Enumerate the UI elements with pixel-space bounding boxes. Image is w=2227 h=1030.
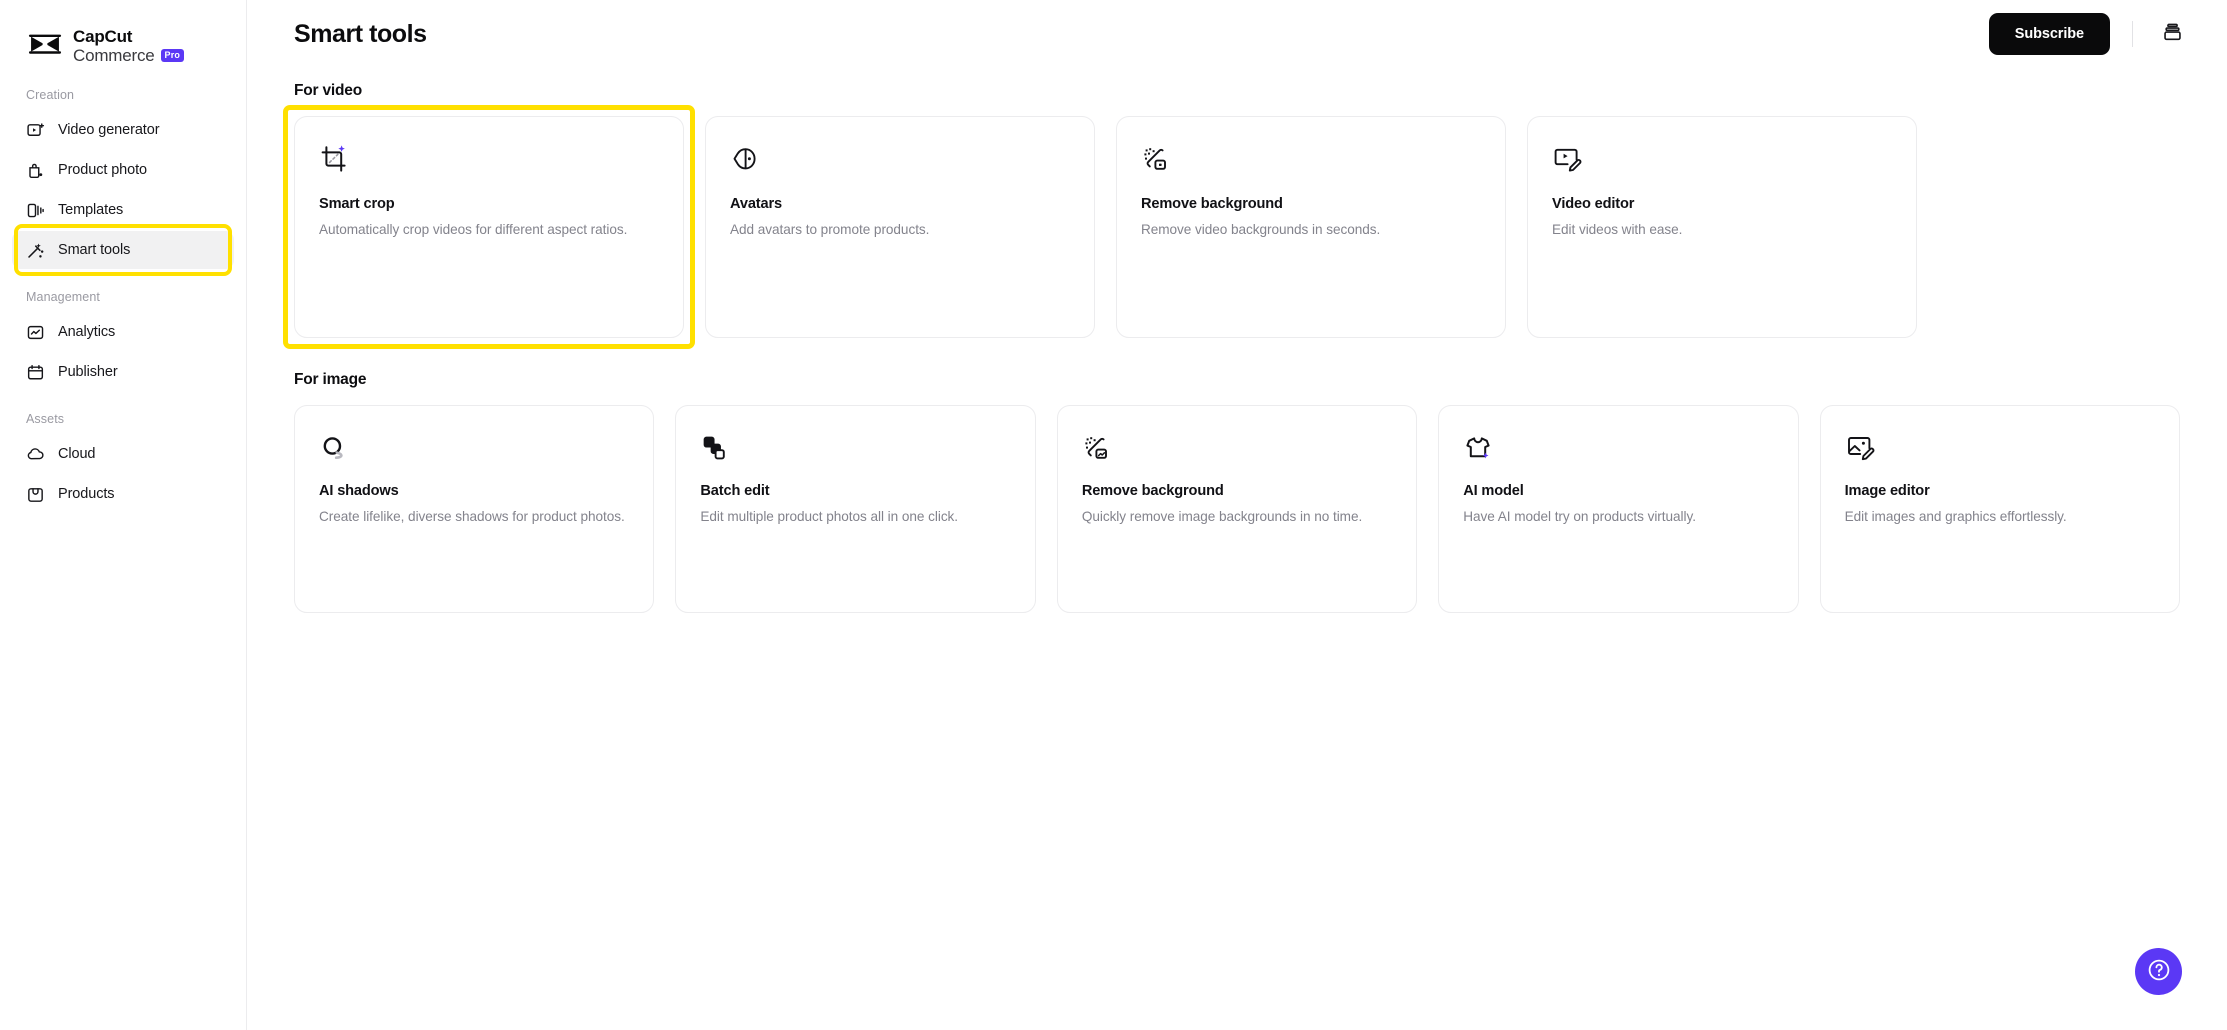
- remove-background-icon: [1141, 144, 1171, 174]
- sidebar-item-analytics[interactable]: Analytics: [12, 313, 234, 351]
- sidebar-item-label: Cloud: [58, 446, 96, 462]
- sidebar-item-label: Smart tools: [58, 242, 131, 258]
- publisher-icon: [26, 363, 45, 382]
- sidebar-section-label: Management: [26, 290, 100, 304]
- ai-model-shirt-icon: [1463, 433, 1493, 463]
- sidebar-item-label: Publisher: [58, 364, 118, 380]
- brand-line-1: CapCut: [73, 26, 133, 46]
- sidebar-item-label: Templates: [58, 202, 124, 218]
- section-title: For video: [294, 82, 362, 99]
- smart-crop-icon: [319, 144, 349, 174]
- sidebar-section-label: Assets: [26, 412, 65, 426]
- remove-background-icon: [1082, 433, 1112, 463]
- sidebar-item-smart-tools[interactable]: Smart tools: [12, 224, 234, 276]
- brand-text: CapCut Commerce Pro: [73, 26, 185, 65]
- sidebar-nav: Creation Video generator Product photo T…: [0, 88, 246, 513]
- card-description: Automatically crop videos for different …: [319, 222, 628, 237]
- section-title: For image: [294, 371, 367, 388]
- sidebar-item-cloud[interactable]: Cloud: [12, 435, 234, 473]
- app-root: CapCut Commerce Pro Creation Video gener…: [0, 0, 2227, 1030]
- sidebar-item-video-generator[interactable]: Video generator: [12, 111, 234, 149]
- capcut-logo-icon: [26, 33, 64, 59]
- video-generator-icon: [26, 121, 45, 140]
- sidebar-section-label: Creation: [26, 88, 75, 102]
- sidebar-item-product-photo[interactable]: Product photo: [12, 151, 234, 189]
- card-title: Avatars: [730, 196, 782, 212]
- sidebar-item-templates[interactable]: Templates: [12, 191, 234, 229]
- sidebar-item-label: Analytics: [58, 324, 116, 340]
- page-title: Smart tools: [294, 19, 427, 48]
- product-photo-icon: [26, 161, 45, 180]
- cloud-icon: [26, 445, 45, 464]
- card-title: Remove background: [1081, 483, 1224, 499]
- card-title: Batch edit: [700, 483, 770, 499]
- tool-card-ai-model[interactable]: AI model Have AI model try on products v…: [1438, 405, 1799, 613]
- card-wrap-smart-crop: Smart crop Automatically crop videos for…: [283, 105, 695, 349]
- sidebar-section-assets: Assets Cloud Products: [0, 412, 246, 513]
- card-grid-video: Smart crop Automatically crop videos for…: [283, 105, 2180, 349]
- tool-card-remove-background-image[interactable]: Remove background Quickly remove image b…: [1056, 405, 1418, 613]
- sidebar-item-label: Video generator: [58, 122, 160, 138]
- card-title: Remove background: [1141, 196, 1283, 212]
- tool-card-ai-shadows[interactable]: AI shadows Create lifelike, diverse shad…: [294, 405, 655, 613]
- brand-line-2: Commerce: [73, 46, 155, 65]
- pro-badge: Pro: [160, 49, 185, 62]
- card-title: Image editor: [1844, 483, 1930, 499]
- sidebar: CapCut Commerce Pro Creation Video gener…: [0, 0, 247, 1030]
- avatar-face-icon: [730, 144, 760, 174]
- analytics-icon: [26, 323, 45, 342]
- archive-stack-button[interactable]: [2155, 17, 2189, 51]
- section-for-video: For video Smart crop Automatically crop …: [283, 82, 2180, 349]
- card-title: Video editor: [1552, 196, 1635, 212]
- card-description: Edit videos with ease.: [1552, 222, 1683, 237]
- tool-card-batch-edit[interactable]: Batch edit Edit multiple product photos …: [675, 405, 1036, 613]
- tool-card-image-editor[interactable]: Image editor Edit images and graphics ef…: [1819, 405, 2181, 613]
- sidebar-item-label: Products: [58, 486, 115, 502]
- card-description: Quickly remove image backgrounds in no t…: [1081, 509, 1363, 524]
- sidebar-section-creation: Creation Video generator Product photo T…: [0, 88, 246, 276]
- batch-edit-icon: [700, 433, 730, 463]
- card-description: Remove video backgrounds in seconds.: [1141, 222, 1381, 237]
- topbar-actions: Subscribe: [1988, 13, 2189, 55]
- toolbar-divider: [2132, 21, 2133, 47]
- tool-card-remove-background-video[interactable]: Remove background Remove video backgroun…: [1116, 116, 1506, 338]
- ai-shadows-icon: [319, 433, 349, 463]
- tool-card-smart-crop[interactable]: Smart crop Automatically crop videos for…: [294, 116, 684, 338]
- card-title: AI model: [1463, 483, 1524, 499]
- card-description: Edit multiple product photos all in one …: [700, 509, 959, 524]
- smart-tools-icon: [26, 241, 45, 260]
- sidebar-section-management: Management Analytics Publisher: [0, 290, 246, 391]
- main-content: Smart tools Subscribe For video Smart cr…: [247, 0, 2227, 1030]
- tool-card-avatars[interactable]: Avatars Add avatars to promote products.: [705, 116, 1095, 338]
- section-for-image: For image AI shadows Create lifelike, di…: [294, 371, 2181, 613]
- topbar: Smart tools Subscribe: [247, 0, 2227, 68]
- tool-card-video-editor[interactable]: Video editor Edit videos with ease.: [1527, 116, 1917, 338]
- tools-content: For video Smart crop Automatically crop …: [247, 68, 2227, 613]
- card-title: AI shadows: [319, 483, 399, 499]
- video-editor-icon: [1552, 144, 1582, 174]
- card-description: Create lifelike, diverse shadows for pro…: [319, 509, 625, 524]
- card-title: Smart crop: [319, 196, 395, 212]
- subscribe-button[interactable]: Subscribe: [1988, 13, 2110, 55]
- image-editor-icon: [1845, 433, 1875, 463]
- archive-stack-icon: [2162, 22, 2183, 46]
- card-description: Edit images and graphics effortlessly.: [1844, 509, 2067, 524]
- card-description: Have AI model try on products virtually.: [1463, 509, 1696, 524]
- sidebar-item-products[interactable]: Products: [12, 475, 234, 513]
- sidebar-item-label: Product photo: [58, 162, 147, 178]
- card-description: Add avatars to promote products.: [730, 222, 930, 237]
- products-icon: [26, 485, 45, 504]
- card-grid-image: AI shadows Create lifelike, diverse shad…: [294, 405, 2181, 613]
- help-button[interactable]: [2135, 948, 2182, 995]
- help-question-icon: [2146, 957, 2172, 986]
- brand-logo[interactable]: CapCut Commerce Pro: [0, 14, 246, 70]
- templates-icon: [26, 201, 45, 220]
- sidebar-item-publisher[interactable]: Publisher: [12, 353, 234, 391]
